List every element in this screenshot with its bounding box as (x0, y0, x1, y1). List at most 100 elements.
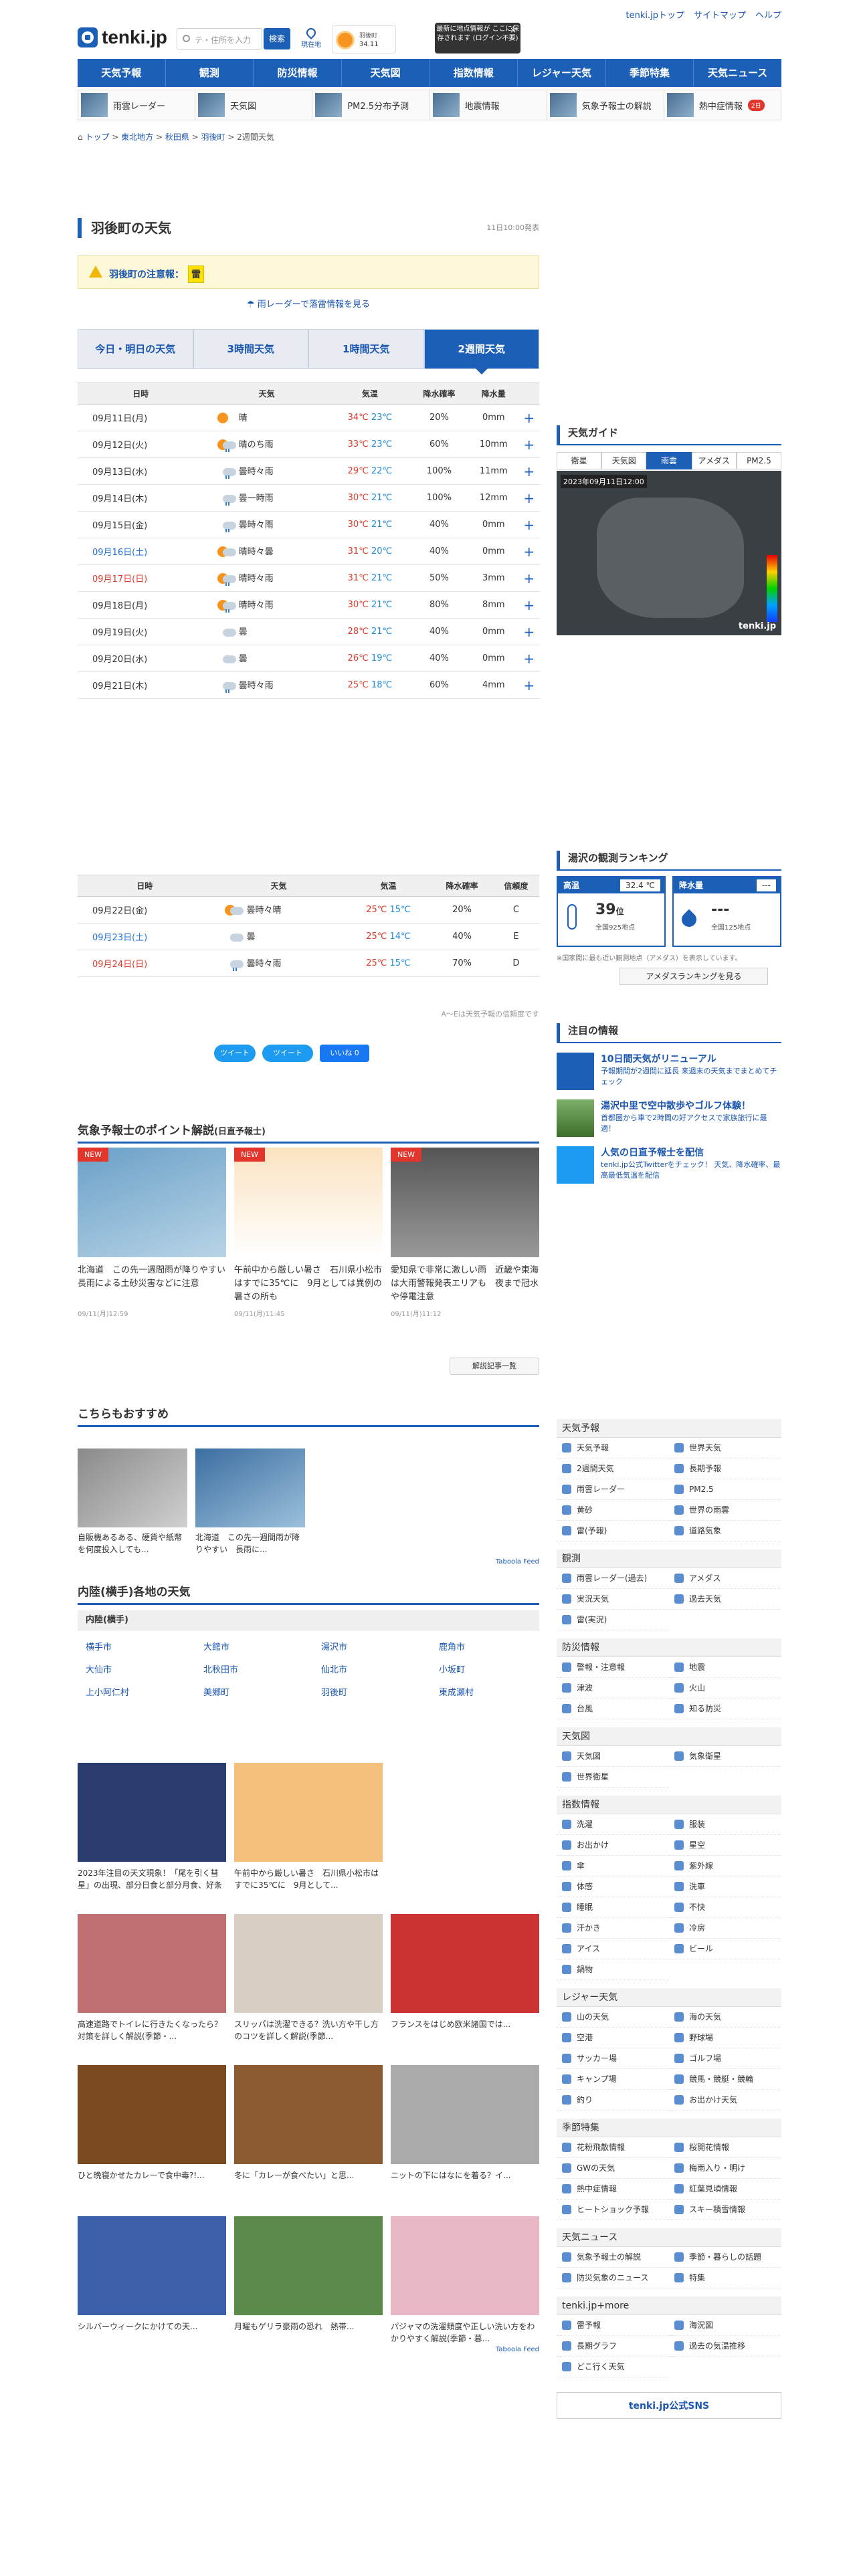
bc-link[interactable]: 羽後町 (201, 132, 225, 142)
menu-item[interactable]: 火山 (669, 1678, 781, 1699)
menu-item[interactable]: 気象衛星 (669, 1746, 781, 1767)
menu-item[interactable]: どこ行く天気 (557, 2357, 669, 2377)
table-row[interactable]: 09月17日(日) 晴時々雨 31℃ 21℃ 50% 3mm + (78, 564, 539, 592)
menu-item[interactable]: アイス (557, 1939, 669, 1959)
expand-icon[interactable]: + (518, 645, 539, 672)
menu-item[interactable]: GWの天気 (557, 2158, 669, 2179)
ad-item[interactable]: 冬に「カレーが食べたい」と思... (234, 2065, 383, 2193)
gnav-item[interactable]: 防災情報 (254, 59, 342, 87)
table-row[interactable]: 09月21日(木) 曇時々雨 25℃ 18℃ 60% 4mm + (78, 671, 539, 699)
gnav-item[interactable]: レジャー天気 (518, 59, 606, 87)
table-row[interactable]: 09月13日(水) 曇時々雨 29℃ 22℃ 100% 11mm + (78, 457, 539, 485)
logo[interactable]: tenki.jp (78, 24, 167, 51)
current-location-button[interactable]: 現在地 (296, 25, 326, 53)
menu-item[interactable]: 長期グラフ (557, 2336, 669, 2357)
snav-item[interactable]: 天気図 (195, 90, 313, 120)
menu-item[interactable]: 世界衛星 (557, 1767, 669, 1788)
table-row[interactable]: 09月15日(金) 曇時々雨 30℃ 21℃ 40% 0mm + (78, 511, 539, 538)
ad-item[interactable]: 高速道路でトイレに行きたくなったら？対策を詳しく解説(季節・... (78, 1914, 226, 2042)
table-row[interactable]: 09月24日(日) 曇時々雨 25℃ 15℃ 70% D (78, 950, 539, 977)
expand-icon[interactable]: + (518, 484, 539, 512)
city-link[interactable]: 美郷町 (203, 1685, 229, 1698)
menu-item[interactable]: 桜開花情報 (669, 2137, 781, 2158)
taboola-feed[interactable]: Taboola Feed (78, 2346, 539, 2353)
table-row[interactable]: 09月11日(月) 晴 34℃ 23℃ 20% 0mm + (78, 404, 539, 431)
close-icon[interactable]: × (510, 25, 516, 35)
table-row[interactable]: 09月18日(月) 晴時々雨 30℃ 21℃ 80% 8mm + (78, 591, 539, 619)
city-link[interactable]: 東成瀬村 (439, 1685, 474, 1698)
city-link[interactable]: 小坂町 (439, 1662, 465, 1675)
ad-item[interactable]: 月曜もゲリラ豪雨の恐れ 熱帯... (234, 2216, 383, 2345)
menu-item[interactable]: キャンプ場 (557, 2069, 669, 2090)
table-row[interactable]: 09月23日(土) 曇 25℃ 14℃ 40% E (78, 923, 539, 950)
menu-item[interactable]: 過去天気 (669, 1589, 781, 1610)
menu-item[interactable]: 黄砂 (557, 1500, 669, 1521)
ad-item[interactable]: パジャマの洗濯頻度や正しい洗い方をわかりやすく解説(季節・暮... (391, 2216, 539, 2345)
ad-item[interactable]: スリッパは洗濯できる？洗い方や干し方のコツを詳しく解説(季節... (234, 1914, 383, 2042)
search-input[interactable]: テ・住所を入力 (177, 28, 262, 49)
gnav-item[interactable]: 天気ニュース (694, 59, 781, 87)
menu-item[interactable]: 体感 (557, 1876, 669, 1897)
menu-item[interactable]: サッカー場 (557, 2048, 669, 2069)
menu-item[interactable]: 気象予報士の解説 (557, 2247, 669, 2268)
snav-item[interactable]: 熱中症情報 2日 (664, 90, 781, 120)
menu-item[interactable]: ヒートショック予報 (557, 2199, 669, 2220)
menu-item[interactable]: 星空 (669, 1835, 781, 1856)
menu-item[interactable]: アメダス (669, 1568, 781, 1589)
gnav-item[interactable]: 観測 (166, 59, 254, 87)
menu-item[interactable]: 道路気象 (669, 1521, 781, 1541)
menu-item[interactable]: 雨雲レーダー (557, 1479, 669, 1500)
menu-item[interactable]: 季節・暮らしの話題 (669, 2247, 781, 2268)
menu-item[interactable]: 洗車 (669, 1876, 781, 1897)
menu-item[interactable]: ビール (669, 1939, 781, 1959)
gnav-item[interactable]: 季節特集 (606, 59, 694, 87)
news-item[interactable]: 10日間天気がリニューアル 予報期間が2週間に延長 来週末の天気までまとめてチェッ… (557, 1053, 781, 1090)
menu-item[interactable]: 競馬・競艇・競輪 (669, 2069, 781, 2090)
gnav-item[interactable]: 天気図 (342, 59, 430, 87)
snav-item[interactable]: 地震情報 (430, 90, 547, 120)
city-link[interactable]: 北秋田市 (203, 1662, 238, 1675)
menu-item[interactable]: 冷房 (669, 1918, 781, 1939)
expand-icon[interactable]: + (518, 511, 539, 538)
amedas-ranking-button[interactable]: アメダスランキングを見る (619, 968, 768, 985)
tab-today[interactable]: 今日・明日の天気 (78, 329, 193, 369)
menu-item[interactable]: 雷(実況) (557, 1610, 669, 1630)
menu-item[interactable]: 2週間天気 (557, 1459, 669, 1479)
menu-item[interactable]: 雷予報 (557, 2315, 669, 2336)
search-button[interactable]: 検索 (264, 28, 290, 49)
expand-icon[interactable]: + (518, 591, 539, 619)
menu-item[interactable]: 実況天気 (557, 1589, 669, 1610)
menu-item[interactable]: 天気図 (557, 1746, 669, 1767)
expand-icon[interactable]: + (518, 671, 539, 699)
menu-item[interactable]: 紅葉見頃情報 (669, 2179, 781, 2199)
radar-map[interactable]: 2023年09月11日12:00 tenki.jp (557, 471, 781, 635)
tab-2week[interactable]: 2週間天気 (423, 329, 539, 374)
gtab[interactable]: アメダス (691, 452, 737, 469)
menu-item[interactable]: 津波 (557, 1678, 669, 1699)
expert-card[interactable]: NEW 午前中から厳しい暑さ 石川県小松市はすでに35℃に 9月としては異例の暑さ… (234, 1148, 383, 1318)
gtab[interactable]: PM2.5 (736, 452, 782, 469)
city-link[interactable]: 大館市 (203, 1640, 229, 1652)
menu-item[interactable]: 地震 (669, 1657, 781, 1678)
home-weather[interactable]: 羽後町 34.11 (332, 25, 396, 53)
menu-item[interactable]: お出かけ (557, 1835, 669, 1856)
city-link[interactable]: 湯沢市 (321, 1640, 347, 1652)
news-item[interactable]: 人気の日直予報士を配信 tenki.jp公式Twitterをチェック！ 天気、降水… (557, 1146, 781, 1184)
ad-item[interactable]: シルバーウィークにかけての天... (78, 2216, 226, 2345)
menu-item[interactable]: 長期予報 (669, 1459, 781, 1479)
rec-item[interactable]: 北海道 この先一週間雨が降りやすい 長雨に... (195, 1448, 305, 1555)
menu-item[interactable]: 服装 (669, 1814, 781, 1835)
ad-item[interactable]: 午前中から厳しい暑さ 石川県小松市はすでに35℃に 9月として... (234, 1763, 383, 1891)
sns-box[interactable]: tenki.jp公式SNS (557, 2392, 781, 2419)
table-row[interactable]: 09月14日(木) 曇一時雨 30℃ 21℃ 100% 12mm + (78, 484, 539, 512)
expert-card[interactable]: NEW 愛知県で非常に激しい雨 近畿や東海は大雨警報発表エリアも 夜まで冠水や停電… (391, 1148, 539, 1318)
menu-item[interactable]: 野球場 (669, 2028, 781, 2048)
ad-item[interactable]: ひと晩寝かせたカレーで食中毒?!... (78, 2065, 226, 2193)
menu-item[interactable]: 空港 (557, 2028, 669, 2048)
gnav-item[interactable]: 天気予報 (78, 59, 166, 87)
expand-icon[interactable]: + (518, 457, 539, 485)
tweet-button[interactable]: ツイート (262, 1045, 313, 1062)
bc-link[interactable]: 東北地方 (121, 132, 153, 142)
menu-item[interactable]: 過去の気温推移 (669, 2336, 781, 2357)
taboola-feed[interactable]: Taboola Feed (78, 1558, 539, 1566)
